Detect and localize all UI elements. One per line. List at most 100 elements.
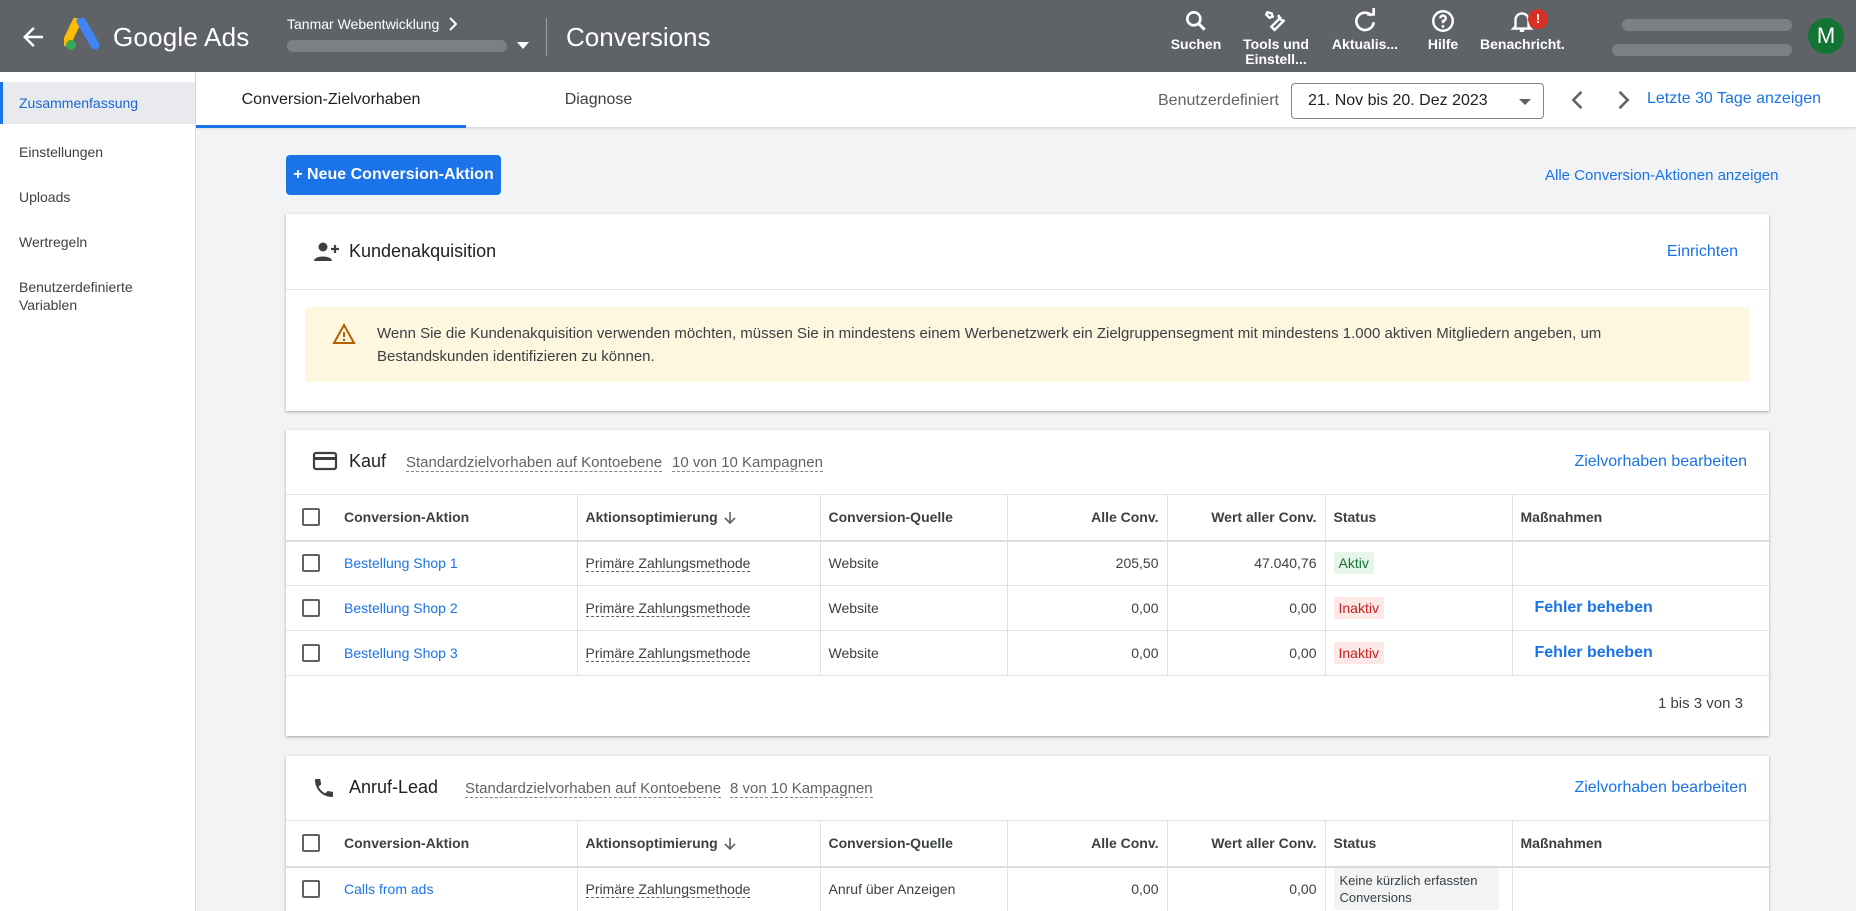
optimization-value[interactable]: Primäre Zahlungsmethode <box>585 881 751 899</box>
column-action-optimization[interactable]: Aktionsoptimierung <box>577 820 821 868</box>
search-label: Suchen <box>1170 36 1222 52</box>
refresh-label: Aktualis... <box>1331 36 1399 52</box>
tab-conversion-zielvorhaben[interactable]: Conversion-Zielvorhaben <box>196 72 466 128</box>
source-cell: Website <box>820 540 1008 586</box>
purchase-campaign-count[interactable]: 10 von 10 Kampagnen <box>672 455 823 472</box>
column-conversion-action[interactable]: Conversion-Aktion <box>336 494 578 542</box>
last-30-days-link[interactable]: Letzte 30 Tage anzeigen <box>1647 90 1821 108</box>
row-checkbox-cell <box>286 630 336 676</box>
chevron-right-icon <box>449 17 458 31</box>
tab-diagnose[interactable]: Diagnose <box>466 72 731 128</box>
column-action-optimization[interactable]: Aktionsoptimierung <box>577 494 821 542</box>
back-arrow-icon[interactable] <box>18 22 48 52</box>
avatar[interactable]: M <box>1808 18 1844 54</box>
actions-cell <box>1512 540 1769 586</box>
conversion-action-link[interactable]: Bestellung Shop 1 <box>336 540 578 586</box>
sidebar-item-uploads[interactable]: Uploads <box>0 176 195 218</box>
call-lead-campaign-count[interactable]: 8 von 10 Kampagnen <box>730 781 873 798</box>
sidebar-item-benutzerdefinierte-variablen[interactable]: Benutzerdefinierte Variablen <box>0 266 170 326</box>
column-all-conversions[interactable]: Alle Conv. <box>1007 494 1168 542</box>
account-name: Tanmar Webentwicklung <box>287 16 440 32</box>
warning-text: Wenn Sie die Kundenakquisition verwenden… <box>377 325 1602 365</box>
tab-bar: Conversion-Zielvorhaben Diagnose Benutze… <box>196 72 1856 128</box>
row-checkbox[interactable] <box>302 554 320 573</box>
row-checkbox[interactable] <box>302 880 320 899</box>
acquisition-setup-link[interactable]: Einrichten <box>1667 243 1738 261</box>
fix-error-link[interactable]: Fehler beheben <box>1521 599 1653 616</box>
column-status[interactable]: Status <box>1325 820 1513 868</box>
sidebar-item-einstellungen[interactable]: Einstellungen <box>0 131 195 173</box>
brand-name: Google Ads <box>113 22 250 52</box>
purchase-edit-goal-link[interactable]: Zielvorhaben bearbeiten <box>1574 453 1747 471</box>
notification-badge: ! <box>1528 9 1548 29</box>
all-conv-cell: 205,50 <box>1007 540 1168 586</box>
column-action-optimization-label: Aktionsoptimierung <box>585 509 718 526</box>
source-cell: Website <box>820 630 1008 676</box>
person-add-icon <box>314 242 339 261</box>
table-row: Bestellung Shop 3 Primäre Zahlungsmethod… <box>286 630 1769 676</box>
google-ads-logo-icon <box>64 18 100 50</box>
caret-down-icon[interactable] <box>517 42 529 50</box>
wrench-icon <box>1264 10 1286 32</box>
notifications-button[interactable]: Benachricht. ! <box>1480 8 1565 52</box>
column-status[interactable]: Status <box>1325 494 1513 542</box>
conversion-action-link[interactable]: Bestellung Shop 2 <box>336 585 578 631</box>
sidebar-item-zusammenfassung[interactable]: Zusammenfassung <box>0 82 195 124</box>
tools-button[interactable]: Tools und Einstell... <box>1240 8 1312 67</box>
purchase-goal-scope[interactable]: Standardzielvorhaben auf Kontoebene <box>406 455 663 472</box>
sidebar-item-wertregeln[interactable]: Wertregeln <box>0 221 195 263</box>
optimization-value[interactable]: Primäre Zahlungsmethode <box>585 645 751 662</box>
actions-cell <box>1512 866 1769 911</box>
chevron-right-icon[interactable] <box>1609 86 1637 114</box>
column-all-conversions-value[interactable]: Wert aller Conv. <box>1167 820 1326 868</box>
purchase-goal-card: Kauf Standardzielvorhaben auf Kontoebene… <box>286 430 1769 736</box>
column-action-optimization-label: Aktionsoptimierung <box>585 835 718 852</box>
column-conversion-source[interactable]: Conversion-Quelle <box>820 494 1008 542</box>
new-conversion-action-button[interactable]: + Neue Conversion-Aktion <box>286 155 501 195</box>
arrow-down-icon <box>724 512 736 525</box>
purchase-table: Conversion-Aktion Aktionsoptimierung Con… <box>286 494 1769 676</box>
column-all-conversions[interactable]: Alle Conv. <box>1007 820 1168 868</box>
conv-value-cell: 0,00 <box>1167 866 1326 911</box>
sidebar: Zusammenfassung Einstellungen Uploads We… <box>0 72 196 911</box>
arrow-down-icon <box>724 838 736 851</box>
call-lead-goal-scope[interactable]: Standardzielvorhaben auf Kontoebene <box>465 781 722 798</box>
conversion-action-link[interactable]: Calls from ads <box>336 866 578 911</box>
user-info-redacted <box>1592 18 1792 61</box>
pagination-label: 1 bis 3 von 3 <box>1657 695 1743 712</box>
fix-error-link[interactable]: Fehler beheben <box>1521 644 1653 661</box>
column-conversion-source[interactable]: Conversion-Quelle <box>820 820 1008 868</box>
help-icon <box>1432 10 1454 32</box>
source-cell: Website <box>820 585 1008 631</box>
row-checkbox[interactable] <box>302 599 320 618</box>
column-conversion-action[interactable]: Conversion-Aktion <box>336 820 578 868</box>
select-all-checkbox[interactable] <box>302 834 320 853</box>
status-cell: Keine kürzlich erfassten Conversions <box>1325 866 1513 911</box>
row-checkbox-cell <box>286 585 336 631</box>
optimization-value[interactable]: Primäre Zahlungsmethode <box>585 600 751 617</box>
optimization-value[interactable]: Primäre Zahlungsmethode <box>585 555 751 573</box>
table-header-row: Conversion-Aktion Aktionsoptimierung Con… <box>286 494 1769 542</box>
status-badge: Aktiv <box>1333 552 1374 575</box>
all-conversion-actions-link[interactable]: Alle Conversion-Aktionen anzeigen <box>1545 167 1778 184</box>
row-checkbox-cell <box>286 866 336 911</box>
conv-value-cell: 0,00 <box>1167 585 1326 631</box>
column-all-conversions-value[interactable]: Wert aller Conv. <box>1167 494 1326 542</box>
account-switcher[interactable]: Tanmar Webentwicklung <box>287 16 529 52</box>
select-all-checkbox[interactable] <box>302 508 320 527</box>
purchase-title: Kauf <box>349 451 387 471</box>
row-checkbox[interactable] <box>302 644 320 663</box>
call-lead-edit-goal-link[interactable]: Zielvorhaben bearbeiten <box>1574 779 1747 797</box>
help-button[interactable]: Hilfe <box>1420 8 1466 52</box>
date-range-type: Benutzerdefiniert <box>1158 92 1279 109</box>
date-range-dropdown[interactable]: 21. Nov bis 20. Dez 2023 <box>1291 83 1544 119</box>
conversion-action-link[interactable]: Bestellung Shop 3 <box>336 630 578 676</box>
search-button[interactable]: Suchen <box>1168 8 1224 52</box>
refresh-button[interactable]: Aktualis... <box>1330 8 1400 52</box>
row-checkbox-cell <box>286 540 336 586</box>
date-range-value: 21. Nov bis 20. Dez 2023 <box>1308 92 1488 109</box>
conv-value-cell: 47.040,76 <box>1167 540 1326 586</box>
pagination: 1 bis 3 von 3 <box>286 676 1769 732</box>
credit-card-icon <box>312 451 338 471</box>
chevron-left-icon[interactable] <box>1564 86 1592 114</box>
